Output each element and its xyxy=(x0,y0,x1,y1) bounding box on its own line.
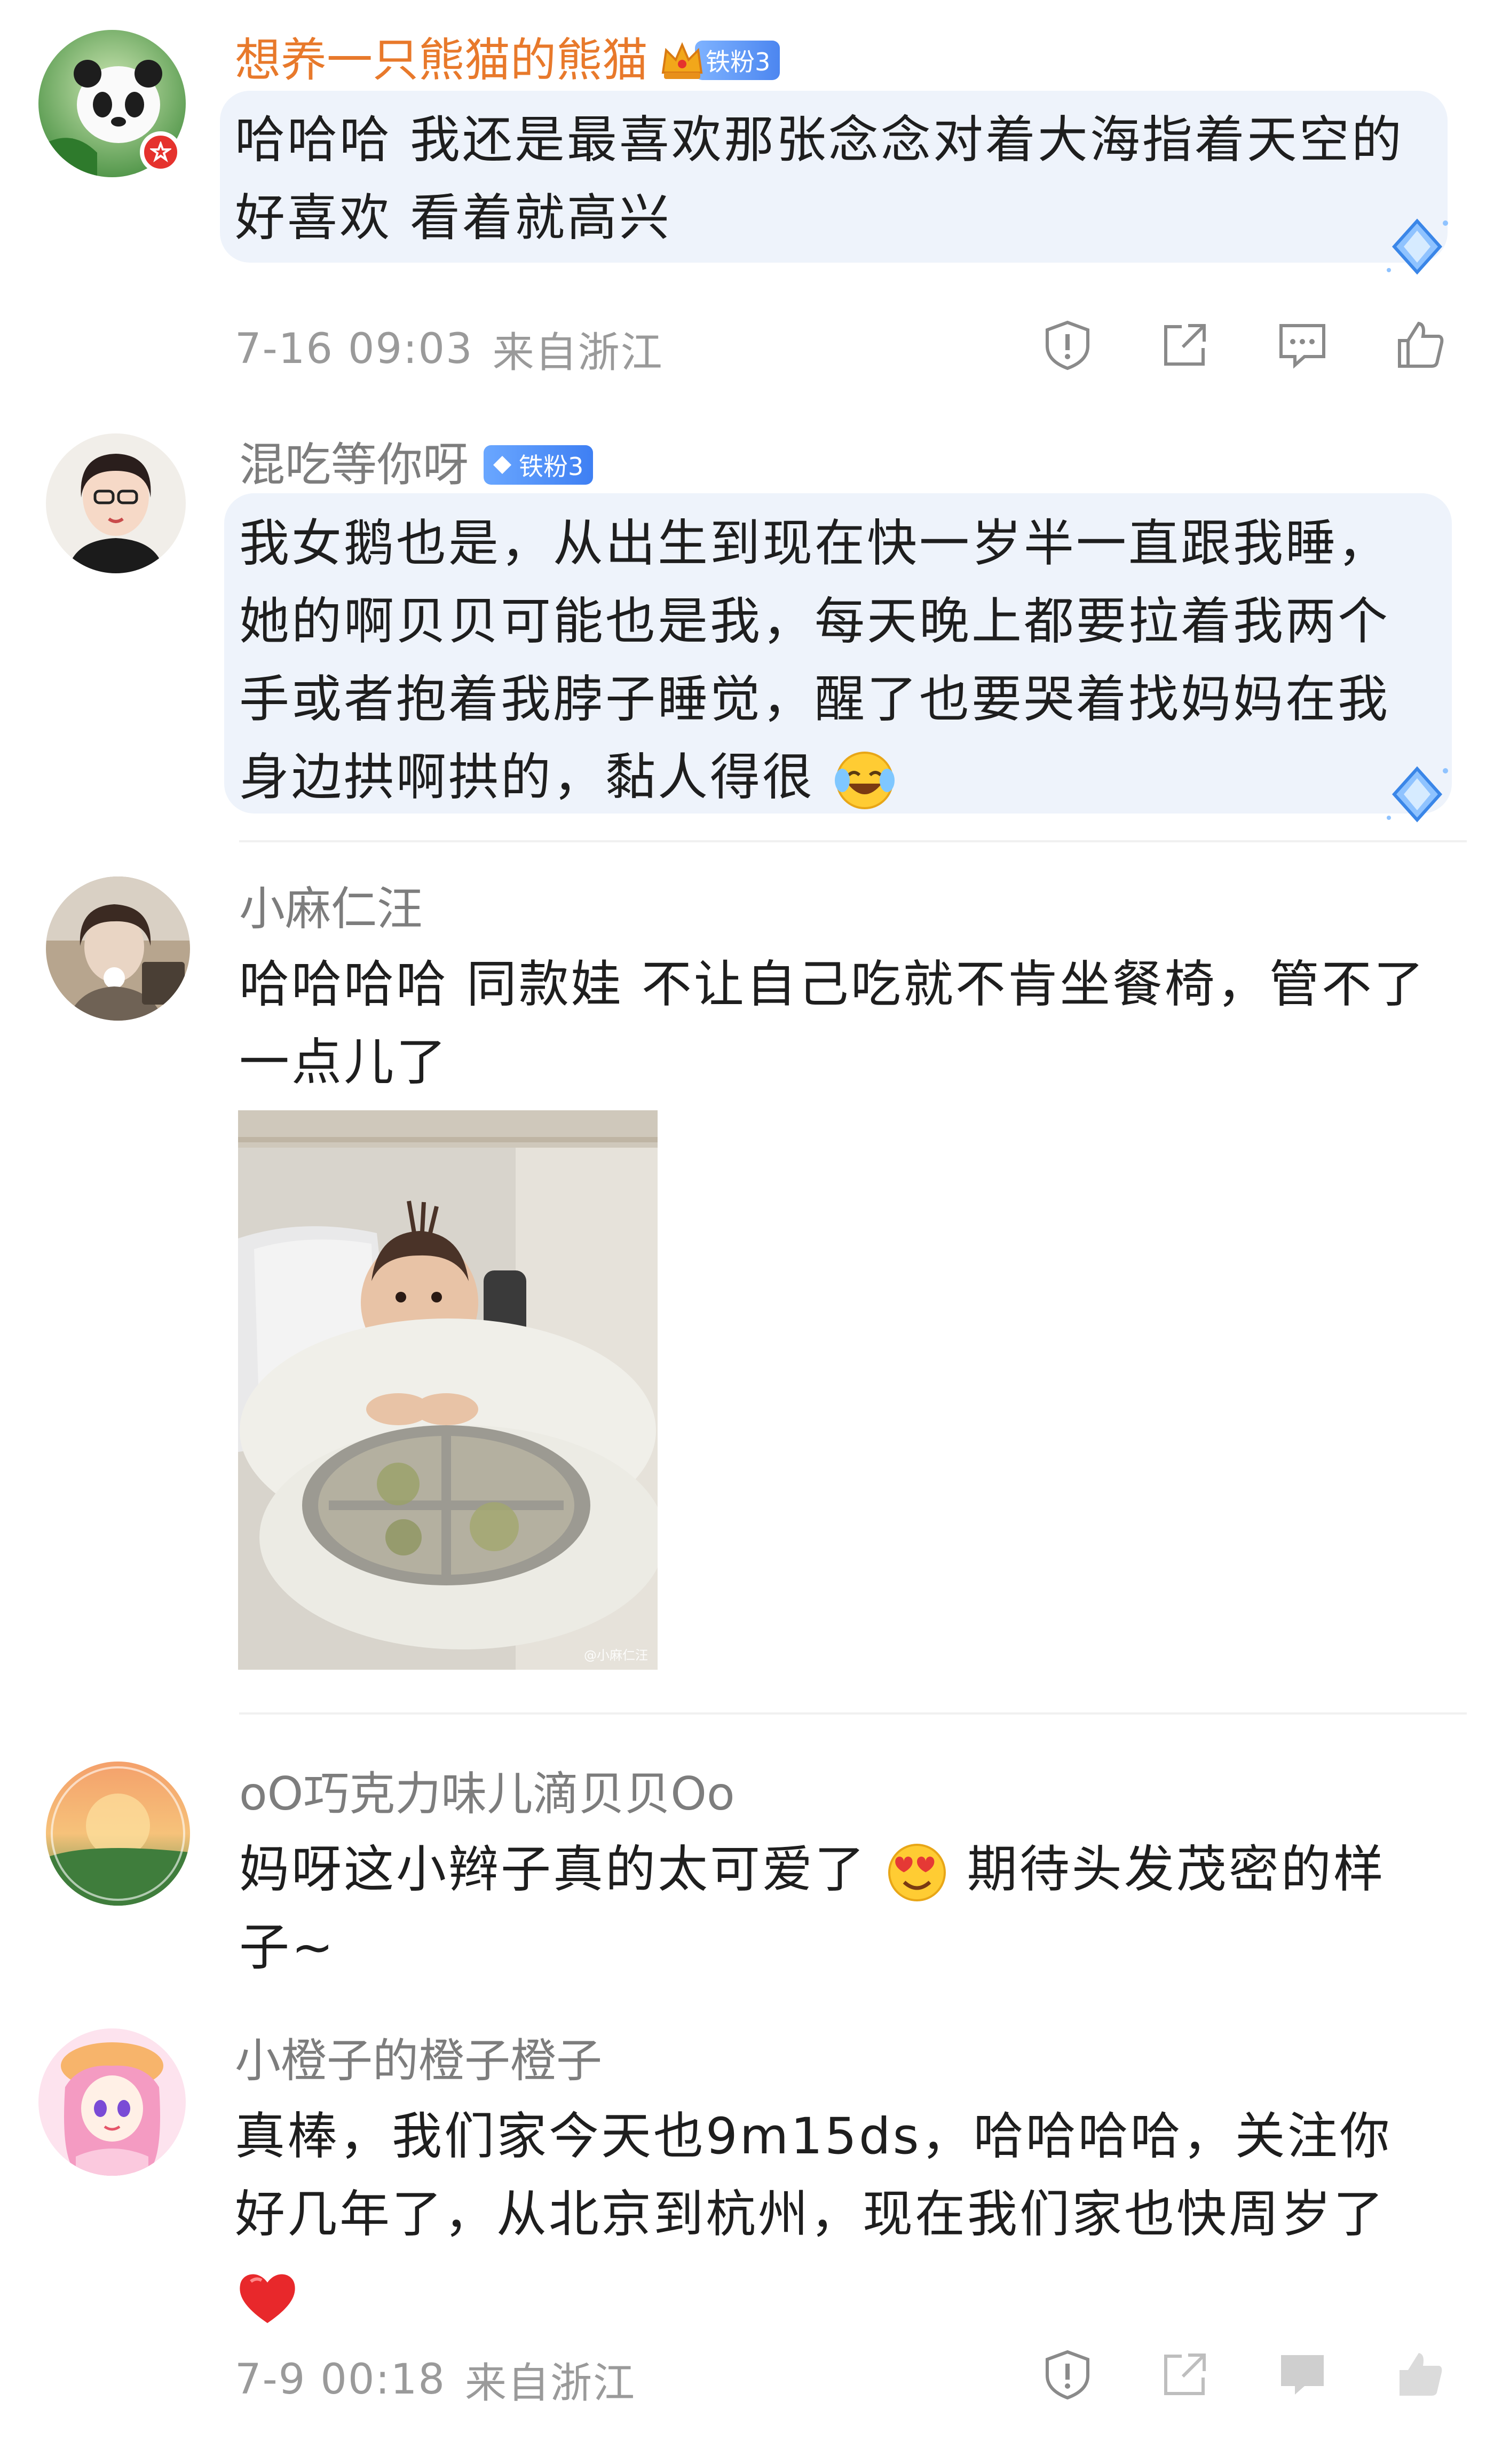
red-heart-icon xyxy=(240,2274,295,2324)
timestamp: 7-16 09:03 xyxy=(235,325,473,373)
comment-header: 想养一只熊猫的熊猫 铁粉3 xyxy=(235,31,780,90)
diamond-badge-icon xyxy=(493,456,511,474)
like-icon xyxy=(1400,2353,1442,2396)
comment-meta: 7-9 00:18 来自浙江 xyxy=(235,2350,636,2410)
divider xyxy=(239,1712,1467,1715)
comment-text: 妈呀这小辫子真的太可爱了 期待头发茂密的样子~ xyxy=(239,1831,1435,1987)
fan-badge[interactable]: 铁粉3 xyxy=(484,445,594,485)
timestamp: 7-9 00:18 xyxy=(235,2356,446,2404)
action-bar xyxy=(1009,2342,1479,2406)
comment-text: 我女鹅也是，从出生到现在快一岁半一直跟我睡，她的啊贝贝可能也是我，每天晚上都要拉… xyxy=(239,505,1435,817)
username[interactable]: 小麻仁汪 xyxy=(239,880,423,938)
action-bar xyxy=(1009,313,1479,377)
comment-button[interactable] xyxy=(1244,313,1361,377)
avatar[interactable] xyxy=(46,876,190,1021)
comment-text-part1: 妈呀这小辫子真的太可爱了 xyxy=(239,1841,867,1899)
username[interactable]: 想养一只熊猫的熊猫 xyxy=(235,31,648,90)
username[interactable]: 小橙子的橙子橙子 xyxy=(235,2032,602,2090)
heart-eyes-emoji-icon xyxy=(888,1844,946,1902)
photo-watermark: @小麻仁汪 xyxy=(584,1648,648,1663)
avatar[interactable] xyxy=(38,2028,186,2176)
comment-photo[interactable]: @小麻仁汪 xyxy=(238,1110,658,1670)
report-icon xyxy=(1046,320,1089,370)
diamond-decoration-icon xyxy=(1387,218,1448,275)
comment-meta: 7-16 09:03 来自浙江 xyxy=(235,319,663,379)
crown-icon xyxy=(661,42,703,79)
share-button[interactable] xyxy=(1126,2342,1244,2406)
comment-header: 小橙子的橙子橙子 xyxy=(235,2032,602,2090)
report-button[interactable] xyxy=(1009,313,1126,377)
like-button[interactable] xyxy=(1361,2342,1479,2406)
report-button[interactable] xyxy=(1009,2342,1126,2406)
like-icon xyxy=(1398,321,1444,368)
fan-badge-label: 铁粉3 xyxy=(519,452,584,481)
share-button[interactable] xyxy=(1126,313,1244,377)
avatar[interactable] xyxy=(46,433,186,573)
comment-header: 小麻仁汪 xyxy=(239,880,423,938)
comment-text: 哈哈哈 我还是最喜欢那张念念对着大海指着天空的好喜欢 看着就高兴 xyxy=(235,111,1404,247)
location: 来自浙江 xyxy=(492,329,663,377)
comment-header: oO巧克力味儿滴贝贝Oo xyxy=(239,1765,735,1823)
report-icon xyxy=(1046,2350,1089,2400)
verified-badge-icon xyxy=(140,131,181,173)
location: 来自浙江 xyxy=(464,2359,636,2407)
diamond-decoration-icon xyxy=(1387,766,1448,823)
fan-badge[interactable]: 铁粉3 xyxy=(661,41,780,80)
laugh-cry-emoji-icon xyxy=(834,752,895,810)
divider xyxy=(239,840,1467,842)
share-icon xyxy=(1164,324,1206,366)
avatar[interactable] xyxy=(46,1762,190,1906)
like-button[interactable] xyxy=(1361,313,1479,377)
comment-text-body: 真棒，我们家今天也9m15ds，哈哈哈哈，关注你好几年了，从北京到杭州，现在我们… xyxy=(235,2107,1392,2244)
comment-button[interactable] xyxy=(1244,2342,1361,2406)
comment-text: 哈哈哈哈 同款娃 不让自己吃就不肯坐餐椅，管不了一点儿了 xyxy=(239,955,1426,1092)
comment-header: 混吃等你呀 铁粉3 xyxy=(239,436,594,494)
comment-icon xyxy=(1279,324,1325,369)
username[interactable]: 混吃等你呀 xyxy=(239,436,469,494)
share-icon xyxy=(1164,2354,1206,2395)
comment-text-body: 我女鹅也是，从出生到现在快一岁半一直跟我睡，她的啊贝贝可能也是我，每天晚上都要拉… xyxy=(239,515,1390,807)
comment-icon xyxy=(1281,2355,1324,2395)
comment-text: 真棒，我们家今天也9m15ds，哈哈哈哈，关注你好几年了，从北京到杭州，现在我们… xyxy=(235,2098,1430,2332)
username[interactable]: oO巧克力味儿滴贝贝Oo xyxy=(239,1765,735,1823)
